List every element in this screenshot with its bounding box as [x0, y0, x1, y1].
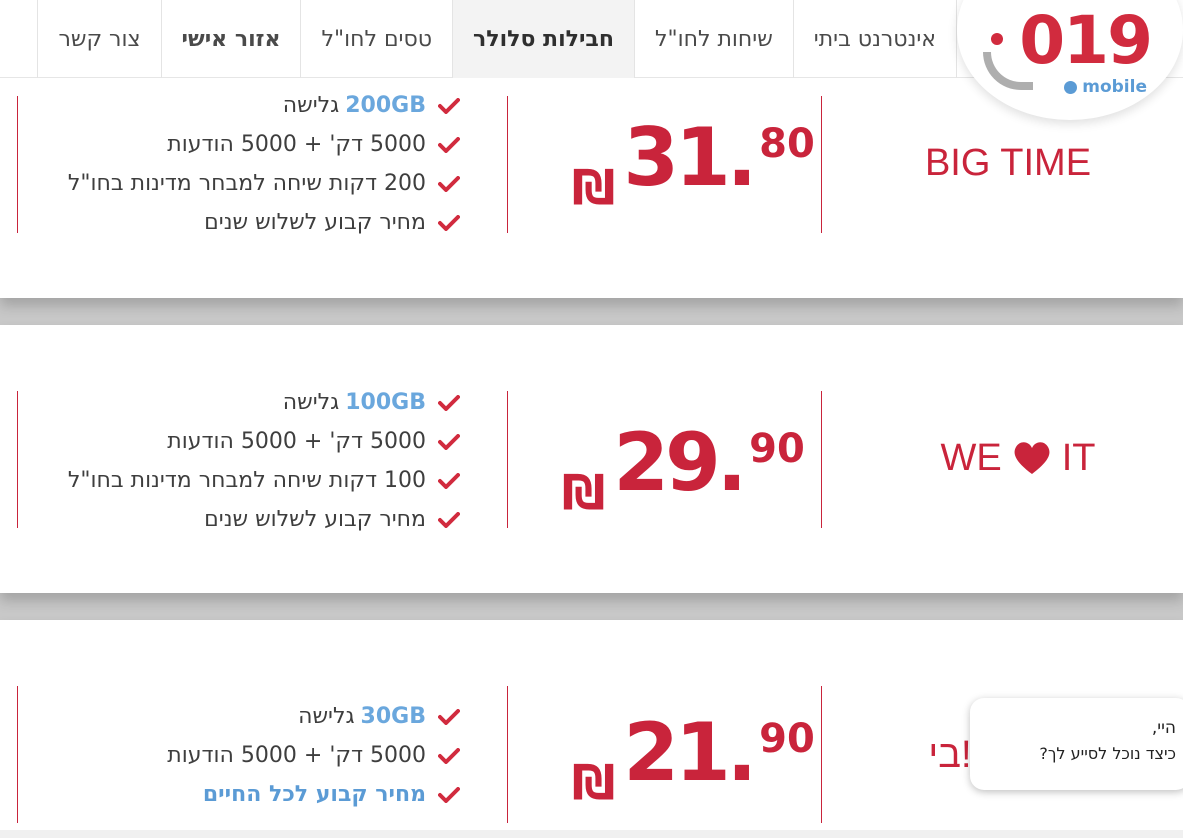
- plan-price: ₪ 21. 90: [572, 706, 815, 811]
- plan-price: ₪ 31. 80: [572, 111, 815, 216]
- price-integer: 31.: [623, 111, 757, 204]
- check-icon: [438, 472, 460, 489]
- divider: [507, 96, 508, 233]
- nav-personal-area[interactable]: אזור אישי: [160, 0, 301, 78]
- plan-name-left: WE: [940, 436, 1002, 479]
- divider: [17, 686, 18, 823]
- feature-text: 5000 דק' + 5000 הודעות: [167, 429, 426, 454]
- plan-card-we-love-it: 100GB גלישה 5000 דק' + 5000 הודעות 100 ד…: [0, 325, 1183, 593]
- feature-text: 5000 דק' + 5000 הודעות: [167, 132, 426, 157]
- feature-text: מחיר קבוע לשלוש שנים: [204, 507, 426, 532]
- feature-text: מחיר קבוע לכל החיים: [202, 782, 426, 807]
- divider: [507, 391, 508, 528]
- feature-item: 5000 דק' + 5000 הודעות: [40, 736, 460, 775]
- feature-text: גלישה: [282, 390, 340, 415]
- check-icon: [438, 511, 460, 528]
- feature-item: 100GB גלישה: [40, 383, 460, 422]
- plan-name: WE IT: [900, 433, 1136, 483]
- feature-item: 5000 דק' + 5000 הודעות: [40, 125, 460, 164]
- plan-price: ₪ 29. 90: [562, 416, 805, 521]
- feature-text: 200 דקות שיחה למבחר מדינות בחו"ל: [67, 171, 426, 196]
- check-icon: [438, 708, 460, 725]
- feature-item: 100 דקות שיחה למבחר מדינות בחו"ל: [40, 461, 460, 500]
- feature-list: 30GB גלישה 5000 דק' + 5000 הודעות מחיר ק…: [40, 697, 460, 814]
- chat-question: כיצד נוכל לסייע לך?: [1039, 744, 1176, 763]
- check-icon: [438, 175, 460, 192]
- feature-item: מחיר קבוע לשלוש שנים: [40, 500, 460, 539]
- data-amount: 100GB: [345, 390, 426, 415]
- check-icon: [438, 394, 460, 411]
- logo-blue-dot: [1064, 80, 1078, 94]
- nav-contact[interactable]: צור קשר: [37, 0, 160, 78]
- check-icon: [438, 433, 460, 450]
- nav-home-internet[interactable]: אינטרנט ביתי: [792, 0, 957, 78]
- price-cents: 90: [749, 426, 805, 472]
- data-amount: 200GB: [345, 93, 426, 118]
- main-nav: אינטרנט ביתי שיחות לחו"ל חבילות סלולר טס…: [37, 0, 957, 78]
- price-cents: 90: [759, 716, 815, 762]
- nav-flying-abroad[interactable]: טסים לחו"ל: [300, 0, 452, 78]
- shekel-sign: ₪: [562, 465, 606, 521]
- feature-item: 200 דקות שיחה למבחר מדינות בחו"ל: [40, 164, 460, 203]
- feature-text: גלישה: [298, 704, 355, 729]
- divider: [821, 686, 822, 823]
- divider: [17, 96, 18, 233]
- price-integer: 29.: [613, 416, 747, 509]
- shekel-sign: ₪: [572, 160, 616, 216]
- plan-name-right: IT: [1061, 436, 1096, 479]
- feature-item: 30GB גלישה: [40, 697, 460, 736]
- feature-item: מחיר קבוע לכל החיים: [40, 775, 460, 814]
- feature-text: גלישה: [282, 93, 340, 118]
- bottom-strip: [0, 830, 1183, 838]
- logo-number: 019: [1019, 2, 1153, 79]
- divider: [507, 686, 508, 823]
- logo-sub-text: mobile: [1082, 77, 1147, 97]
- check-icon: [438, 786, 460, 803]
- nav-cellular-plans[interactable]: חבילות סלולר: [452, 0, 634, 78]
- feature-text: מחיר קבוע לשלוש שנים: [204, 210, 426, 235]
- shekel-sign: ₪: [572, 755, 616, 811]
- check-icon: [438, 97, 460, 114]
- feature-text: 100 דקות שיחה למבחר מדינות בחו"ל: [67, 468, 426, 493]
- check-icon: [438, 136, 460, 153]
- feature-item: 200GB גלישה: [40, 86, 460, 125]
- feature-list: 200GB גלישה 5000 דק' + 5000 הודעות 200 ד…: [40, 86, 460, 242]
- divider: [821, 391, 822, 528]
- plan-name: BIG TIME: [880, 138, 1136, 188]
- page: 200GB גלישה 5000 דק' + 5000 הודעות 200 ד…: [0, 0, 1183, 838]
- feature-item: מחיר קבוע לשלוש שנים: [40, 203, 460, 242]
- divider: [17, 391, 18, 528]
- logo-sub: mobile: [1064, 77, 1147, 97]
- check-icon: [438, 214, 460, 231]
- check-icon: [438, 747, 460, 764]
- feature-text: 5000 דק' + 5000 הודעות: [167, 743, 426, 768]
- data-amount: 30GB: [360, 704, 426, 729]
- logo-dot: [991, 33, 1003, 45]
- plan-name-text: BIG TIME: [924, 141, 1092, 184]
- price-integer: 21.: [623, 706, 757, 799]
- divider: [821, 96, 822, 233]
- feature-item: 5000 דק' + 5000 הודעות: [40, 422, 460, 461]
- chat-greeting: היי,: [1151, 718, 1176, 738]
- chat-bubble[interactable]: היי, כיצד נוכל לסייע לך?: [970, 698, 1183, 790]
- nav-intl-calls[interactable]: שיחות לחו"ל: [633, 0, 793, 78]
- feature-list: 100GB גלישה 5000 דק' + 5000 הודעות 100 ד…: [40, 383, 460, 539]
- heart-icon: [1014, 442, 1050, 474]
- price-cents: 80: [759, 121, 815, 167]
- plan-name-text: בי!: [928, 733, 972, 776]
